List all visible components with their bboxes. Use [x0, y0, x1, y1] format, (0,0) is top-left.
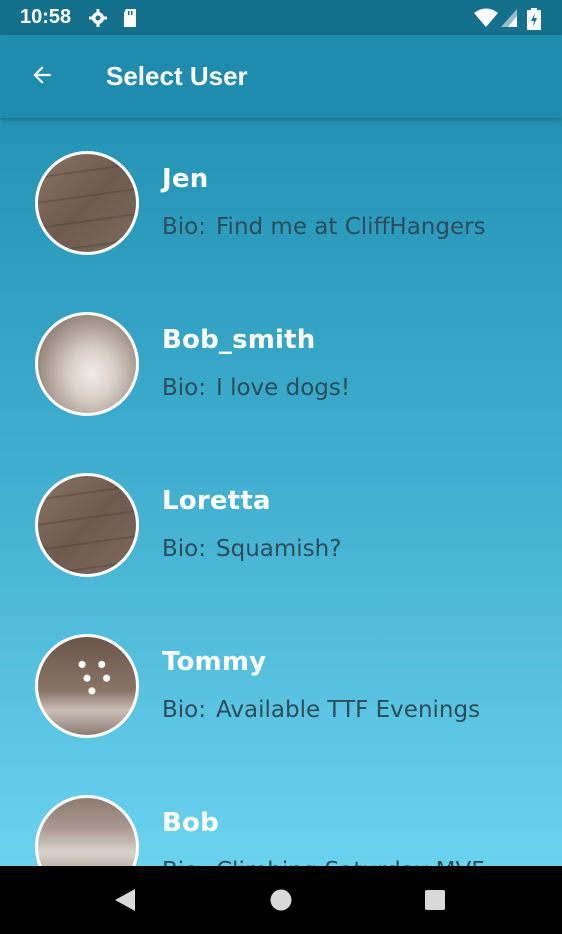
recents-square-icon — [425, 890, 445, 910]
avatar — [35, 634, 139, 738]
nav-home-button[interactable] — [241, 866, 321, 934]
arrow-back-icon — [33, 66, 51, 84]
bio-text: Squamish? — [216, 536, 342, 562]
bio-label: Bio: — [162, 858, 206, 866]
list-item[interactable]: Loretta Bio: Squamish? — [0, 440, 562, 601]
page-title: Select User — [106, 61, 248, 91]
user-name: Tommy — [162, 647, 267, 677]
bio-text: I love dogs! — [216, 375, 351, 401]
cell-signal-icon — [500, 8, 518, 32]
user-bio: Bio: Available TTF Evenings — [162, 697, 480, 723]
bio-label: Bio: — [162, 536, 206, 562]
bio-label: Bio: — [162, 375, 206, 401]
back-button[interactable] — [22, 55, 62, 95]
user-name: Bob — [162, 808, 219, 838]
navigation-bar — [0, 866, 562, 934]
user-list: Jen Bio: Find me at CliffHangers Bob_smit… — [0, 118, 562, 866]
bio-text: Climbing Saturday MVF — [216, 858, 485, 866]
nav-recents-button[interactable] — [395, 866, 475, 934]
avatar — [35, 312, 139, 416]
list-item[interactable]: Bob Bio: Climbing Saturday MVF — [0, 762, 562, 866]
bio-label: Bio: — [162, 214, 206, 240]
user-bio: Bio: Find me at CliffHangers — [162, 214, 486, 240]
user-bio: Bio: Climbing Saturday MVF — [162, 858, 485, 866]
status-bar: 10:58 — [0, 0, 562, 35]
user-name: Bob_smith — [162, 325, 316, 355]
user-bio: Bio: I love dogs! — [162, 375, 350, 401]
status-time: 10:58 — [20, 6, 72, 28]
app-bar: Select User — [0, 35, 562, 118]
avatar — [35, 795, 139, 866]
list-item[interactable]: Jen Bio: Find me at CliffHangers — [0, 118, 562, 279]
wifi-icon — [474, 8, 498, 32]
back-triangle-icon — [115, 889, 135, 911]
bio-text: Find me at CliffHangers — [216, 214, 486, 240]
screen: 10:58 Select User Jen Bio: Find me at Cl… — [0, 0, 562, 866]
bio-text: Available TTF Evenings — [216, 697, 481, 723]
bio-label: Bio: — [162, 697, 206, 723]
list-item[interactable]: Bob_smith Bio: I love dogs! — [0, 279, 562, 440]
home-circle-icon — [270, 889, 292, 911]
list-item[interactable]: Tommy Bio: Available TTF Evenings — [0, 601, 562, 762]
settings-icon — [88, 8, 108, 32]
user-bio: Bio: Squamish? — [162, 536, 341, 562]
battery-charging-icon — [527, 8, 541, 34]
avatar — [35, 151, 139, 255]
nav-back-button[interactable] — [85, 866, 165, 934]
user-name: Loretta — [162, 486, 271, 516]
sd-card-icon — [122, 8, 138, 32]
avatar — [35, 473, 139, 577]
user-name: Jen — [162, 164, 209, 194]
